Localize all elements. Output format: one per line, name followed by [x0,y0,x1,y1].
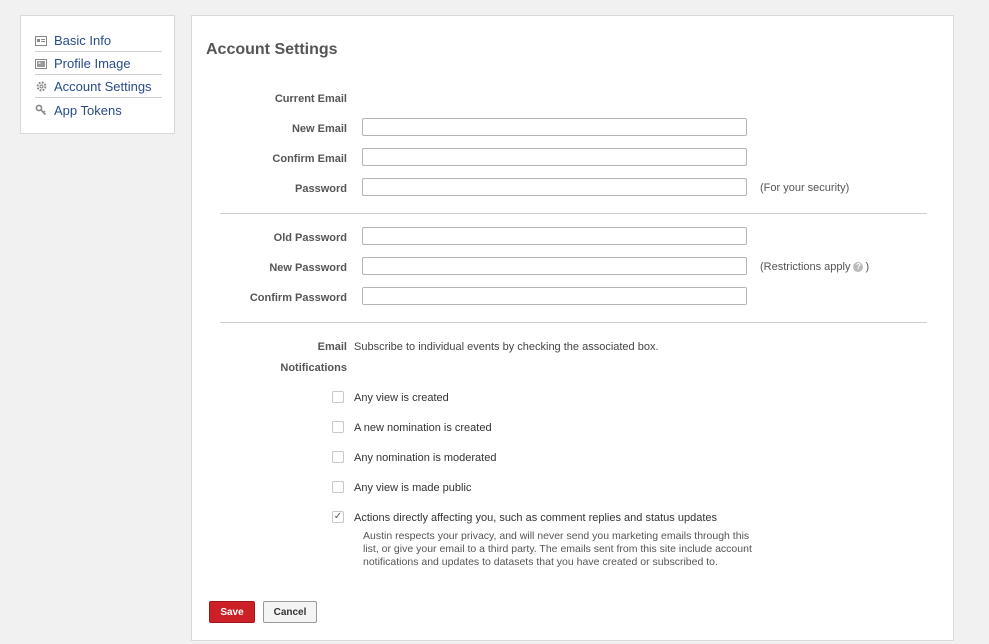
password-field[interactable] [362,178,747,196]
new-password-field[interactable] [362,257,747,275]
notify-nomination-created-checkbox[interactable] [332,421,344,433]
checkmark-icon: ✓ [333,511,343,522]
restrictions-text: (Restrictions apply [760,261,851,273]
checkbox-label: Actions directly affecting you, such as … [354,512,717,524]
notify-direct-actions-checkbox[interactable]: ✓ [332,511,344,523]
sidebar-item-basic-info[interactable]: Basic Info [35,30,162,52]
old-password-field[interactable] [362,227,747,245]
old-password-label: Old Password [273,232,347,244]
password-hint: (For your security) [760,182,850,194]
sidebar-item-label: App Tokens [54,102,122,118]
new-email-label: New Email [291,123,347,135]
sidebar-item-app-tokens[interactable]: App Tokens [35,99,162,121]
restrictions-text-end: ) [865,261,870,273]
privacy-note: Austin respects your privacy, and will n… [363,530,752,568]
confirm-password-field[interactable] [362,287,747,305]
notifications-label-line2: Notifications [280,362,347,374]
new-password-label: New Password [269,262,347,274]
settings-sidebar: Basic Info Profile Image Account Setting… [20,15,175,134]
gear-icon [35,81,47,93]
cancel-button[interactable]: Cancel [263,601,317,623]
id-card-icon [35,35,47,47]
sidebar-item-label: Profile Image [54,56,131,71]
save-button[interactable]: Save [209,601,255,623]
account-settings-panel: Account Settings Current Email New Email… [191,15,954,641]
checkbox-label: A new nomination is created [354,422,492,434]
notify-view-public-checkbox[interactable] [332,481,344,493]
notify-nomination-moderated-checkbox[interactable] [332,451,344,463]
help-icon[interactable]: ? [853,262,864,272]
sidebar-item-label: Basic Info [54,33,112,48]
password-label: Password [295,183,347,195]
sidebar-item-account-settings[interactable]: Account Settings [35,76,162,98]
section-divider [220,213,927,214]
page-title: Account Settings [206,41,338,58]
confirm-email-field[interactable] [362,148,747,166]
image-icon [35,58,47,70]
checkbox-label: Any view is made public [354,482,472,494]
current-email-label: Current Email [274,93,347,105]
sidebar-item-profile-image[interactable]: Profile Image [35,53,162,75]
new-password-hint: (Restrictions apply ? ) [760,261,869,273]
notifications-description: Subscribe to individual events by checki… [354,341,659,353]
checkbox-label: Any nomination is moderated [354,452,497,464]
checkbox-label: Any view is created [354,392,449,404]
section-divider [220,322,927,323]
notify-view-created-checkbox[interactable] [332,391,344,403]
notifications-label-line1: Email [317,341,347,353]
sidebar-item-label: Account Settings [54,79,152,94]
confirm-password-label: Confirm Password [249,292,347,304]
confirm-email-label: Confirm Email [272,153,347,165]
key-icon [35,104,47,116]
new-email-field[interactable] [362,118,747,136]
